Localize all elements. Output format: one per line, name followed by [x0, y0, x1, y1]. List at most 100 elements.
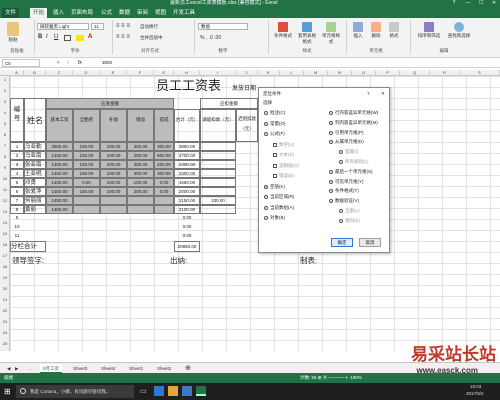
tab-page-layout[interactable]: 页面布局 — [68, 8, 96, 18]
row-header[interactable]: 3 — [0, 99, 10, 104]
row-header[interactable]: 8 — [0, 154, 10, 159]
option-left-4[interactable]: 文本(X) — [273, 152, 294, 158]
tab-home[interactable]: 开始 — [30, 8, 48, 18]
sheet-nav-more[interactable]: ... — [26, 364, 36, 373]
worksheet-grid[interactable] — [10, 76, 500, 351]
enter-icon[interactable]: ✓ — [66, 60, 70, 66]
radio-icon[interactable] — [329, 179, 333, 184]
radio-icon[interactable] — [339, 150, 343, 155]
cell-styles-button[interactable]: 单元格样式 — [320, 22, 342, 45]
border-icon[interactable] — [64, 35, 71, 41]
dialog-close-icon[interactable]: ✕ — [381, 91, 385, 97]
row-header[interactable]: 22 — [0, 308, 10, 313]
row-header[interactable]: 24 — [0, 330, 10, 335]
row-header[interactable]: 23 — [0, 319, 10, 324]
row-header[interactable]: 10 — [0, 176, 10, 181]
row-header[interactable]: 2 — [0, 88, 10, 93]
italic-button[interactable]: I — [46, 34, 48, 40]
tab-developer[interactable]: 开发工具 — [170, 8, 198, 18]
checkbox-icon[interactable] — [273, 142, 277, 147]
radio-icon[interactable] — [329, 169, 333, 174]
row-header[interactable]: 14 — [0, 220, 10, 225]
row-header[interactable]: 21 — [0, 297, 10, 302]
option-left-3[interactable]: 数字(U) — [273, 142, 294, 148]
row-header[interactable]: 5 — [0, 121, 10, 126]
radio-icon[interactable] — [264, 184, 268, 189]
name-box[interactable]: C5 — [2, 59, 40, 67]
row-header[interactable]: 15 — [0, 231, 10, 236]
option-right-10[interactable]: 全部(L) — [339, 208, 360, 214]
store-icon[interactable] — [182, 386, 192, 396]
fill-color-icon[interactable] — [76, 35, 84, 41]
font-name-select[interactable]: 微软雅黑 Light — [37, 23, 89, 30]
option-left-2[interactable]: 公式(F) — [264, 131, 285, 137]
wrap-text-button[interactable]: 自动换行 — [140, 24, 158, 30]
help-icon[interactable]: ? — [448, 0, 460, 7]
row-header[interactable]: 13 — [0, 209, 10, 214]
option-left-6[interactable]: 错误(E) — [273, 173, 294, 179]
row-header[interactable]: 20 — [0, 286, 10, 291]
minimize-button[interactable]: — — [462, 0, 474, 7]
merge-center-button[interactable]: 合并后居中 — [140, 35, 163, 41]
sheet-tab-sheet3[interactable]: Sheet3 — [70, 364, 90, 373]
sort-filter-button[interactable]: 排序和筛选 — [416, 22, 442, 39]
option-left-5[interactable]: 逻辑值(G) — [273, 163, 299, 169]
tab-formulas[interactable]: 公式 — [98, 8, 115, 18]
excel-taskbar-icon[interactable] — [196, 386, 206, 396]
radio-icon[interactable] — [329, 199, 333, 204]
option-right-4[interactable]: 直属(I) — [339, 149, 358, 155]
sheet-tab-sheet4[interactable]: Sheet4 — [98, 364, 118, 373]
radio-icon[interactable] — [329, 111, 333, 115]
cortana-search-box[interactable]: 我是 Cortana，小娜。有问题尽管问我。 — [16, 385, 134, 398]
close-button[interactable]: ✕ — [488, 0, 500, 7]
tab-file[interactable]: 文件 — [2, 8, 20, 18]
option-left-8[interactable]: 当前区域(R) — [264, 194, 294, 200]
radio-icon[interactable] — [329, 140, 333, 145]
row-header[interactable]: 1 — [0, 77, 10, 82]
row-header[interactable]: 9 — [0, 165, 10, 170]
option-right-8[interactable]: 条件格式(T) — [329, 188, 359, 194]
bold-button[interactable]: B — [38, 34, 42, 40]
radio-icon[interactable] — [329, 120, 333, 125]
conditional-format-button[interactable]: 条件格式 — [272, 22, 294, 39]
option-left-7[interactable]: 空值(K) — [264, 184, 285, 190]
radio-icon[interactable] — [264, 195, 268, 199]
cancel-icon[interactable]: ✕ — [56, 60, 60, 66]
option-right-7[interactable]: 可见单元格(Y) — [329, 179, 364, 185]
option-right-6[interactable]: 最后一个单元格(S) — [329, 169, 373, 175]
row-header[interactable]: 4 — [0, 110, 10, 115]
option-right-3[interactable]: 从属单元格(D) — [329, 139, 364, 145]
align-icons-bottom[interactable]: ≡ ≡ ≡ — [116, 34, 130, 40]
option-right-5[interactable]: 所有级别(L) — [339, 159, 369, 165]
align-icons[interactable]: ≡ ≡ ≡ — [116, 23, 130, 29]
radio-icon[interactable] — [329, 189, 333, 194]
row-header[interactable]: 12 — [0, 198, 10, 203]
insert-cells-button[interactable]: 插入 — [350, 22, 366, 39]
row-header[interactable]: 19 — [0, 275, 10, 280]
checkbox-icon[interactable] — [273, 153, 277, 157]
number-format-icons[interactable]: % , .0 .00 — [200, 35, 221, 41]
option-left-9[interactable]: 当前数组(A) — [264, 205, 294, 211]
radio-icon[interactable] — [264, 132, 268, 136]
format-cells-button[interactable]: 格式 — [386, 22, 402, 39]
option-right-11[interactable]: 相同(E) — [339, 218, 360, 224]
checkbox-icon[interactable] — [273, 163, 277, 168]
sheet-tab-sheet2[interactable]: Sheet2 — [154, 364, 174, 373]
edge-browser-icon[interactable] — [154, 386, 164, 396]
dialog-ok-button[interactable]: 确定 — [331, 238, 353, 247]
underline-button[interactable]: U — [54, 34, 58, 40]
paste-button[interactable]: 粘贴 — [4, 22, 22, 43]
file-explorer-icon[interactable] — [168, 386, 178, 396]
row-header[interactable]: 16 — [0, 242, 10, 247]
radio-icon[interactable] — [264, 121, 268, 126]
formula-input[interactable]: 3000 — [102, 60, 112, 65]
row-header[interactable]: 7 — [0, 143, 10, 148]
tab-data[interactable]: 数据 — [116, 8, 133, 18]
option-right-2[interactable]: 引用单元格(P) — [329, 130, 364, 136]
row-header[interactable]: 18 — [0, 264, 10, 269]
row-header[interactable]: 25 — [0, 341, 10, 346]
option-right-0[interactable]: 行内容差异单元格(W) — [329, 110, 378, 116]
radio-icon[interactable] — [339, 218, 343, 223]
row-header[interactable]: 11 — [0, 187, 10, 192]
delete-cells-button[interactable]: 删除 — [368, 22, 384, 39]
